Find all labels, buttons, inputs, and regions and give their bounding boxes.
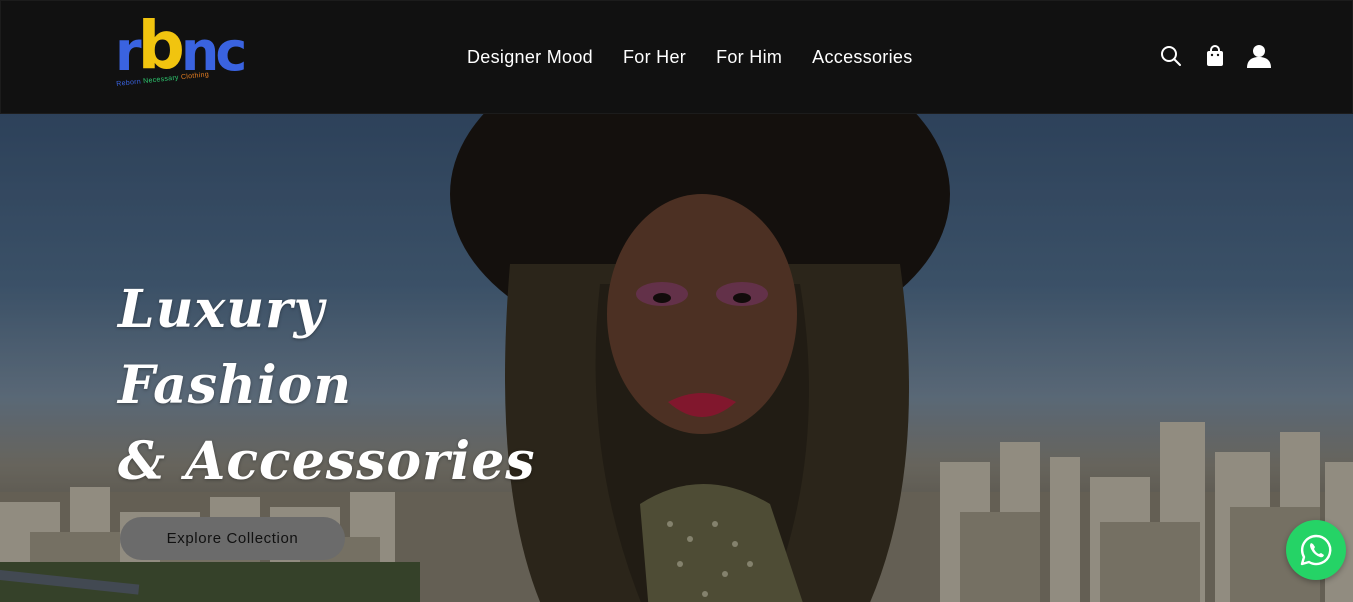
- whatsapp-chat-button[interactable]: [1286, 520, 1346, 580]
- site-header: r b n c Reborn Necessary Clothing Design…: [0, 0, 1353, 114]
- whatsapp-icon: [1300, 534, 1332, 566]
- header-icons: [1158, 41, 1272, 71]
- explore-collection-button[interactable]: Explore Collection: [120, 517, 345, 560]
- logo-letter: b: [137, 7, 185, 84]
- hero-title-line: Luxury: [118, 279, 325, 340]
- hero-title-line: Fashion: [118, 355, 353, 416]
- logo-letter: c: [215, 20, 247, 83]
- shopping-bag-icon: [1207, 45, 1223, 66]
- logo-tagline-word: Reborn: [116, 78, 142, 88]
- nav-link-for-her[interactable]: For Her: [623, 47, 686, 68]
- hero-banner: Luxury Fashion & Accessories Explore Col…: [0, 114, 1353, 602]
- account-icon: [1247, 45, 1271, 68]
- nav-link-designer-mood[interactable]: Designer Mood: [467, 47, 593, 68]
- hero-title: Luxury Fashion & Accessories: [118, 272, 536, 500]
- main-nav: Designer Mood For Her For Him Accessorie…: [467, 43, 913, 71]
- search-button[interactable]: [1158, 41, 1184, 71]
- cart-button[interactable]: [1202, 41, 1228, 71]
- nav-link-for-him[interactable]: For Him: [716, 47, 782, 68]
- site-logo[interactable]: r b n c Reborn Necessary Clothing: [113, 13, 247, 99]
- account-button[interactable]: [1246, 41, 1272, 71]
- search-icon: [1161, 46, 1181, 66]
- logo-letter: r: [115, 20, 142, 83]
- hero-title-line: & Accessories: [118, 431, 536, 492]
- nav-link-accessories[interactable]: Accessories: [812, 47, 912, 68]
- logo-mark: r b n c: [115, 13, 247, 83]
